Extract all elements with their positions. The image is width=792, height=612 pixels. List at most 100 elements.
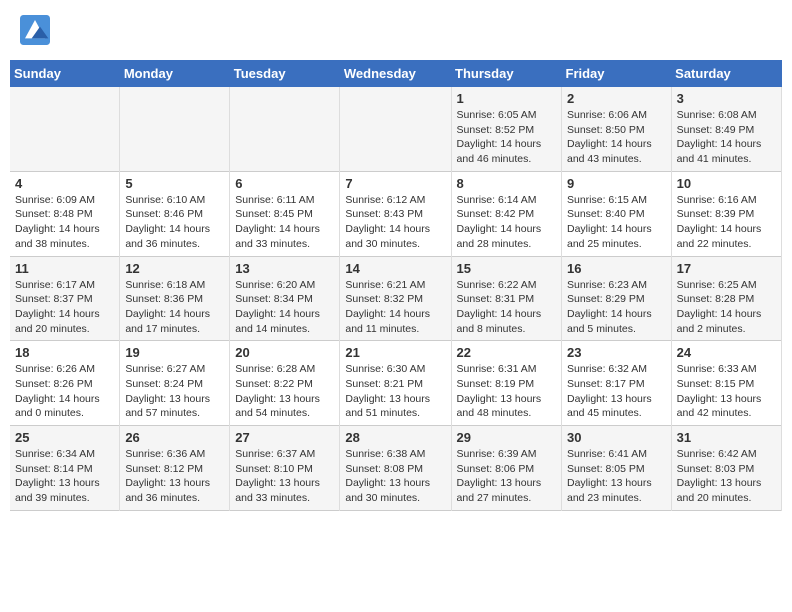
day-cell: 2 Sunrise: 6:06 AM Sunset: 8:50 PM Daylig…: [562, 87, 672, 171]
day-number: 11: [15, 261, 114, 276]
weekday-header-thursday: Thursday: [451, 60, 561, 87]
day-info: Sunrise: 6:17 AM Sunset: 8:37 PM Dayligh…: [15, 278, 114, 337]
day-cell: 17 Sunrise: 6:25 AM Sunset: 8:28 PM Dayli…: [671, 256, 781, 341]
day-info: Sunrise: 6:38 AM Sunset: 8:08 PM Dayligh…: [345, 447, 445, 506]
day-cell: 30Sunrise: 6:41 AM Sunset: 8:05 PM Dayli…: [562, 426, 672, 511]
week-row-2: 4Sunrise: 6:09 AM Sunset: 8:48 PM Daylig…: [10, 171, 782, 256]
calendar-body: 1 Sunrise: 6:05 AM Sunset: 8:52 PM Daylig…: [10, 87, 782, 510]
day-info: Sunrise: 6:26 AM Sunset: 8:26 PM Dayligh…: [15, 362, 114, 421]
day-cell: [10, 87, 120, 171]
day-info: Sunrise: 6:22 AM Sunset: 8:31 PM Dayligh…: [457, 278, 556, 337]
day-cell: 19 Sunrise: 6:27 AM Sunset: 8:24 PM Dayli…: [120, 341, 230, 426]
week-row-3: 11 Sunrise: 6:17 AM Sunset: 8:37 PM Dayli…: [10, 256, 782, 341]
day-info: Sunrise: 6:23 AM Sunset: 8:29 PM Dayligh…: [567, 278, 666, 337]
day-info: Sunrise: 6:41 AM Sunset: 8:05 PM Dayligh…: [567, 447, 666, 506]
day-info: Sunrise: 6:42 AM Sunset: 8:03 PM Dayligh…: [677, 447, 776, 506]
day-number: 23: [567, 345, 666, 360]
day-cell: 25Sunrise: 6:34 AM Sunset: 8:14 PM Dayli…: [10, 426, 120, 511]
weekday-header-wednesday: Wednesday: [340, 60, 451, 87]
day-cell: 3 Sunrise: 6:08 AM Sunset: 8:49 PM Daylig…: [671, 87, 781, 171]
day-info: Sunrise: 6:09 AM Sunset: 8:48 PM Dayligh…: [15, 193, 114, 252]
weekday-header-monday: Monday: [120, 60, 230, 87]
day-number: 17: [677, 261, 776, 276]
day-number: 8: [457, 176, 556, 191]
day-cell: 23 Sunrise: 6:32 AM Sunset: 8:17 PM Dayli…: [562, 341, 672, 426]
day-number: 24: [677, 345, 776, 360]
logo-icon: [20, 15, 50, 45]
day-number: 19: [125, 345, 224, 360]
day-cell: 8 Sunrise: 6:14 AM Sunset: 8:42 PM Daylig…: [451, 171, 561, 256]
day-cell: 22 Sunrise: 6:31 AM Sunset: 8:19 PM Dayli…: [451, 341, 561, 426]
day-info: Sunrise: 6:36 AM Sunset: 8:12 PM Dayligh…: [125, 447, 224, 506]
day-info: Sunrise: 6:32 AM Sunset: 8:17 PM Dayligh…: [567, 362, 666, 421]
day-info: Sunrise: 6:05 AM Sunset: 8:52 PM Dayligh…: [457, 108, 556, 167]
day-number: 5: [125, 176, 224, 191]
day-info: Sunrise: 6:27 AM Sunset: 8:24 PM Dayligh…: [125, 362, 224, 421]
day-number: 26: [125, 430, 224, 445]
day-number: 18: [15, 345, 114, 360]
day-info: Sunrise: 6:21 AM Sunset: 8:32 PM Dayligh…: [345, 278, 445, 337]
day-number: 25: [15, 430, 114, 445]
day-info: Sunrise: 6:06 AM Sunset: 8:50 PM Dayligh…: [567, 108, 666, 167]
day-number: 31: [677, 430, 776, 445]
day-cell: 6 Sunrise: 6:11 AM Sunset: 8:45 PM Daylig…: [230, 171, 340, 256]
day-number: 16: [567, 261, 666, 276]
day-cell: 10 Sunrise: 6:16 AM Sunset: 8:39 PM Dayli…: [671, 171, 781, 256]
day-number: 7: [345, 176, 445, 191]
day-info: Sunrise: 6:11 AM Sunset: 8:45 PM Dayligh…: [235, 193, 334, 252]
week-row-5: 25Sunrise: 6:34 AM Sunset: 8:14 PM Dayli…: [10, 426, 782, 511]
day-info: Sunrise: 6:28 AM Sunset: 8:22 PM Dayligh…: [235, 362, 334, 421]
day-number: 2: [567, 91, 666, 106]
day-cell: 9 Sunrise: 6:15 AM Sunset: 8:40 PM Daylig…: [562, 171, 672, 256]
day-info: Sunrise: 6:10 AM Sunset: 8:46 PM Dayligh…: [125, 193, 224, 252]
day-cell: 16 Sunrise: 6:23 AM Sunset: 8:29 PM Dayli…: [562, 256, 672, 341]
day-number: 20: [235, 345, 334, 360]
day-cell: [120, 87, 230, 171]
day-cell: 29 Sunrise: 6:39 AM Sunset: 8:06 PM Dayli…: [451, 426, 561, 511]
day-cell: 27Sunrise: 6:37 AM Sunset: 8:10 PM Dayli…: [230, 426, 340, 511]
day-cell: 28 Sunrise: 6:38 AM Sunset: 8:08 PM Dayli…: [340, 426, 451, 511]
day-number: 1: [457, 91, 556, 106]
calendar-header: SundayMondayTuesdayWednesdayThursdayFrid…: [10, 60, 782, 87]
day-cell: 5 Sunrise: 6:10 AM Sunset: 8:46 PM Daylig…: [120, 171, 230, 256]
day-cell: 4Sunrise: 6:09 AM Sunset: 8:48 PM Daylig…: [10, 171, 120, 256]
week-row-4: 18 Sunrise: 6:26 AM Sunset: 8:26 PM Dayli…: [10, 341, 782, 426]
day-cell: 24Sunrise: 6:33 AM Sunset: 8:15 PM Dayli…: [671, 341, 781, 426]
day-number: 14: [345, 261, 445, 276]
day-cell: 15 Sunrise: 6:22 AM Sunset: 8:31 PM Dayli…: [451, 256, 561, 341]
day-cell: [340, 87, 451, 171]
day-cell: 18 Sunrise: 6:26 AM Sunset: 8:26 PM Dayli…: [10, 341, 120, 426]
day-number: 3: [677, 91, 776, 106]
day-number: 28: [345, 430, 445, 445]
weekday-header-sunday: Sunday: [10, 60, 120, 87]
day-number: 27: [235, 430, 334, 445]
day-cell: 20 Sunrise: 6:28 AM Sunset: 8:22 PM Dayli…: [230, 341, 340, 426]
weekday-row: SundayMondayTuesdayWednesdayThursdayFrid…: [10, 60, 782, 87]
day-info: Sunrise: 6:31 AM Sunset: 8:19 PM Dayligh…: [457, 362, 556, 421]
weekday-header-tuesday: Tuesday: [230, 60, 340, 87]
day-number: 9: [567, 176, 666, 191]
day-number: 10: [677, 176, 776, 191]
day-number: 29: [457, 430, 556, 445]
day-cell: 13 Sunrise: 6:20 AM Sunset: 8:34 PM Dayli…: [230, 256, 340, 341]
day-info: Sunrise: 6:30 AM Sunset: 8:21 PM Dayligh…: [345, 362, 445, 421]
day-info: Sunrise: 6:08 AM Sunset: 8:49 PM Dayligh…: [677, 108, 776, 167]
day-info: Sunrise: 6:20 AM Sunset: 8:34 PM Dayligh…: [235, 278, 334, 337]
day-cell: [230, 87, 340, 171]
weekday-header-saturday: Saturday: [671, 60, 781, 87]
day-info: Sunrise: 6:15 AM Sunset: 8:40 PM Dayligh…: [567, 193, 666, 252]
day-info: Sunrise: 6:16 AM Sunset: 8:39 PM Dayligh…: [677, 193, 776, 252]
day-cell: 11 Sunrise: 6:17 AM Sunset: 8:37 PM Dayli…: [10, 256, 120, 341]
day-number: 13: [235, 261, 334, 276]
day-info: Sunrise: 6:39 AM Sunset: 8:06 PM Dayligh…: [457, 447, 556, 506]
day-number: 22: [457, 345, 556, 360]
week-row-1: 1 Sunrise: 6:05 AM Sunset: 8:52 PM Daylig…: [10, 87, 782, 171]
day-number: 15: [457, 261, 556, 276]
day-number: 6: [235, 176, 334, 191]
day-cell: 12Sunrise: 6:18 AM Sunset: 8:36 PM Dayli…: [120, 256, 230, 341]
day-info: Sunrise: 6:25 AM Sunset: 8:28 PM Dayligh…: [677, 278, 776, 337]
day-info: Sunrise: 6:14 AM Sunset: 8:42 PM Dayligh…: [457, 193, 556, 252]
calendar-table: SundayMondayTuesdayWednesdayThursdayFrid…: [10, 60, 782, 511]
day-number: 21: [345, 345, 445, 360]
day-cell: 7Sunrise: 6:12 AM Sunset: 8:43 PM Daylig…: [340, 171, 451, 256]
